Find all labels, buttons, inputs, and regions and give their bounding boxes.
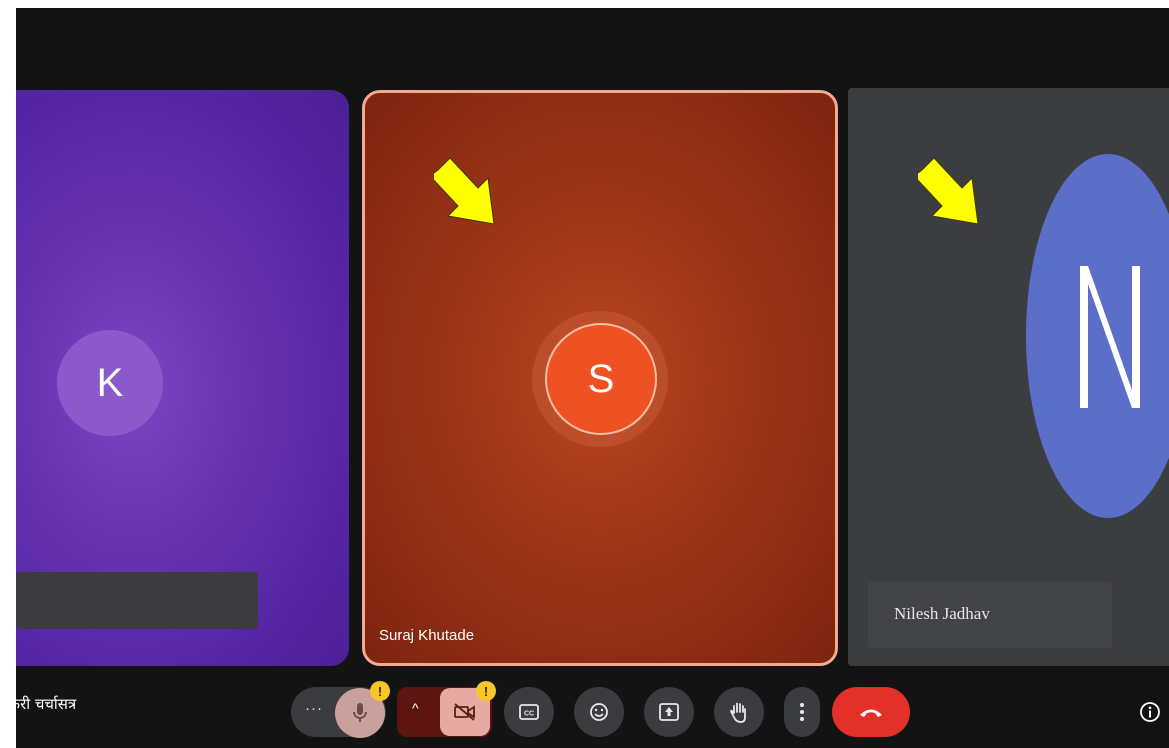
chevron-up-icon[interactable]: ^ [412, 700, 419, 716]
participant-avatar-n [1026, 154, 1169, 518]
participant-tile-k[interactable]: K [16, 90, 349, 666]
emoji-icon [590, 703, 608, 721]
captions-button[interactable]: CC [504, 687, 554, 737]
participant-name-box: Nilesh Jadhav [868, 582, 1112, 648]
camera-warning-badge: ! [476, 681, 496, 701]
meeting-title: तकरी चर्चासत्र [0, 695, 77, 713]
meeting-stage: K S Suraj Khutade Nilesh Jadhav [16, 8, 1169, 748]
mic-warning-badge: ! [370, 681, 390, 701]
info-icon [1140, 702, 1160, 722]
yellow-arrow-icon [918, 157, 979, 225]
meeting-info-button[interactable] [1136, 698, 1164, 726]
participant-tile-nilesh[interactable]: Nilesh Jadhav [848, 88, 1169, 666]
participant-avatar-k: K [57, 330, 163, 436]
present-screen-icon [659, 703, 679, 721]
more-dots-icon[interactable]: ··· [305, 700, 323, 717]
end-call-icon [860, 709, 882, 717]
participant-avatar-s: S [545, 323, 657, 435]
participant-name-suraj: Suraj Khutade [379, 627, 475, 644]
raise-hand-button[interactable] [714, 687, 764, 737]
camera-off-icon [454, 703, 475, 721]
captions-icon: CC [519, 704, 539, 720]
emoji-button[interactable] [574, 687, 624, 737]
present-button[interactable] [644, 687, 694, 737]
end-call-button[interactable] [832, 687, 910, 737]
more-options-button[interactable] [784, 687, 820, 737]
participant-name-bar [16, 572, 258, 629]
svg-text:CC: CC [524, 711, 534, 718]
more-vert-icon [800, 703, 804, 721]
raise-hand-icon [730, 702, 746, 723]
mic-icon [353, 703, 367, 722]
yellow-arrow-icon [434, 157, 495, 225]
initial-n-glyph [1080, 266, 1140, 408]
participant-name-nilesh: Nilesh Jadhav [894, 604, 990, 623]
